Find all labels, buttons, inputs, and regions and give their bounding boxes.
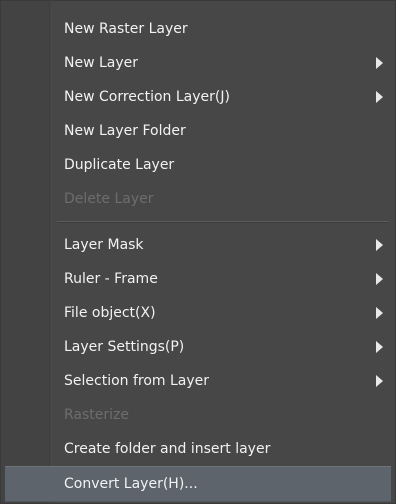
- menu-item-new-layer-folder[interactable]: New Layer Folder: [1, 114, 395, 148]
- menu-item-layer-settings[interactable]: Layer Settings(P): [1, 330, 395, 364]
- chevron-right-icon: [376, 341, 383, 353]
- menu-item-label: Duplicate Layer: [64, 157, 175, 173]
- menu-item-file-object[interactable]: File object(X): [1, 296, 395, 330]
- menu-item-rasterize: Rasterize: [1, 398, 395, 432]
- menu-item-label: New Layer Folder: [64, 123, 186, 139]
- menu-item-label: Convert Layer(H)...: [64, 476, 198, 492]
- chevron-right-icon: [376, 239, 383, 251]
- chevron-right-icon: [376, 307, 383, 319]
- menu-item-label: Selection from Layer: [64, 373, 210, 389]
- menu-item-create-folder-insert-layer[interactable]: Create folder and insert layer: [1, 432, 395, 466]
- menu-item-layer-mask[interactable]: Layer Mask: [1, 228, 395, 262]
- chevron-right-icon: [376, 57, 383, 69]
- menu-item-label: New Layer: [64, 55, 139, 71]
- menu-item-label: New Correction Layer(J): [64, 89, 230, 105]
- menu-item-delete-layer: Delete Layer: [1, 182, 395, 216]
- menu-item-label: Delete Layer: [64, 191, 154, 207]
- menu-item-convert-layer[interactable]: Convert Layer(H)...: [5, 466, 391, 502]
- menu-item-label: Ruler - Frame: [64, 271, 158, 287]
- menu-item-new-correction-layer[interactable]: New Correction Layer(J): [1, 80, 395, 114]
- menu-item-ruler-frame[interactable]: Ruler - Frame: [1, 262, 395, 296]
- menu-item-duplicate-layer[interactable]: Duplicate Layer: [1, 148, 395, 182]
- menu-item-new-layer[interactable]: New Layer: [1, 46, 395, 80]
- chevron-right-icon: [376, 91, 383, 103]
- menu-item-label: File object(X): [64, 305, 156, 321]
- menu-item-label: Layer Mask: [64, 237, 144, 253]
- layer-context-menu: New Raster Layer New Layer New Correctio…: [0, 0, 396, 504]
- menu-item-label: Rasterize: [64, 407, 130, 423]
- menu-item-label: Create folder and insert layer: [64, 441, 271, 457]
- menu-item-label: Layer Settings(P): [64, 339, 185, 355]
- menu-item-label: New Raster Layer: [64, 21, 188, 37]
- menu-item-new-raster-layer[interactable]: New Raster Layer: [1, 12, 395, 46]
- menu-item-selection-from-layer[interactable]: Selection from Layer: [1, 364, 395, 398]
- chevron-right-icon: [376, 273, 383, 285]
- chevron-right-icon: [376, 375, 383, 387]
- menu-separator: [1, 216, 395, 228]
